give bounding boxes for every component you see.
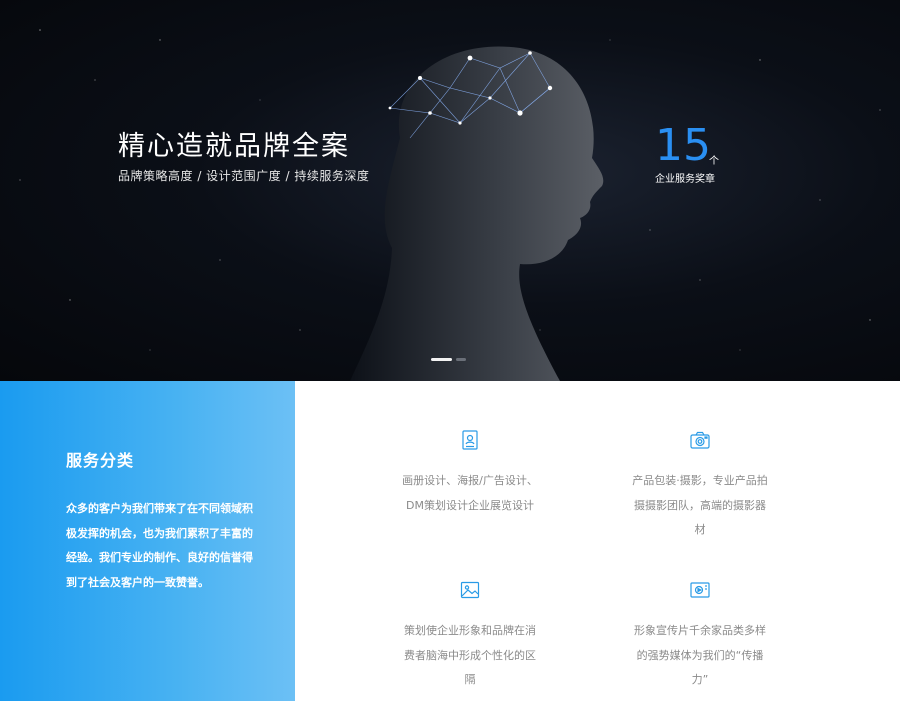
- slider-pagination: [431, 358, 466, 361]
- section-description: 众多的客户为我们带来了在不同领域积极发挥的机会，也为我们累积了丰富的经验。我们专…: [66, 502, 253, 589]
- slider-dot-1[interactable]: [431, 358, 452, 361]
- service-text: 形象宣传片千余家品类多样的强势媒体为我们的“传播力”: [634, 624, 766, 686]
- service-text: 画册设计、海报/广告设计、DM策划设计企业展览设计: [402, 474, 538, 512]
- hero-banner: 精心造就品牌全案 品牌策略高度 / 设计范围广度 / 持续服务深度 15 个 企…: [0, 0, 900, 381]
- stat-value: 15: [655, 120, 711, 171]
- hero-subtitle: 品牌策略高度 / 设计范围广度 / 持续服务深度: [118, 169, 370, 183]
- image-icon: [460, 581, 480, 599]
- camera-icon: [690, 431, 710, 449]
- stat-label: 企业服务奖章: [655, 174, 715, 185]
- service-item-branding[interactable]: 策划使企业形象和品牌在消费者脑海中形成个性化的区隔: [400, 579, 540, 693]
- head-silhouette-illustration: [350, 46, 604, 381]
- section-title: 服务分类: [66, 451, 135, 470]
- services-grid: 画册设计、海报/广告设计、DM策划设计企业展览设计 产品包装·摄影，专业产品拍摄…: [295, 381, 900, 701]
- media-icon: [690, 582, 710, 598]
- service-category-panel: 服务分类 众多的客户为我们带来了在不同领域积极发挥的机会，也为我们累积了丰富的经…: [0, 381, 295, 701]
- service-text: 产品包装·摄影，专业产品拍摄摄影团队，高端的摄影器材: [632, 474, 768, 536]
- service-item-design[interactable]: 画册设计、海报/广告设计、DM策划设计企业展览设计: [400, 429, 540, 518]
- id-card-icon: [462, 430, 478, 450]
- stat-unit: 个: [709, 156, 719, 167]
- service-item-media[interactable]: 形象宣传片千余家品类多样的强势媒体为我们的“传播力”: [630, 579, 770, 693]
- service-item-photography[interactable]: 产品包装·摄影，专业产品拍摄摄影团队，高端的摄影器材: [630, 429, 770, 543]
- service-text: 策划使企业形象和品牌在消费者脑海中形成个性化的区隔: [404, 624, 536, 686]
- slider-dot-2[interactable]: [456, 358, 466, 361]
- hero-title: 精心造就品牌全案: [118, 131, 350, 162]
